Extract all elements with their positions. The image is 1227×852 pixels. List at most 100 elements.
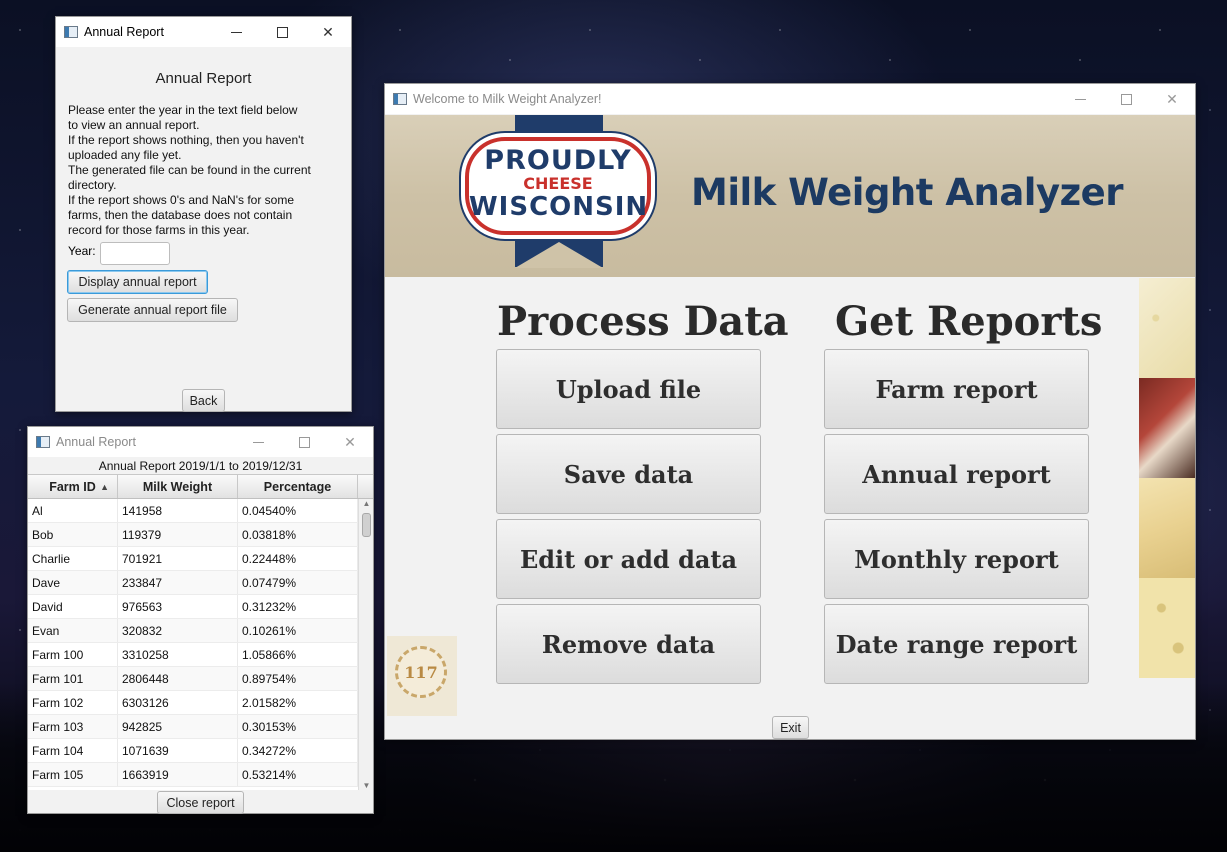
percentage-cell: 1.05866% xyxy=(238,643,358,666)
column-header-milk-weight[interactable]: Milk Weight xyxy=(118,475,238,498)
exit-button[interactable]: Exit xyxy=(772,716,809,739)
farm-report-button[interactable]: Farm report xyxy=(824,349,1089,429)
date-range-report-button[interactable]: Date range report xyxy=(824,604,1089,684)
year-input[interactable] xyxy=(100,242,170,265)
title-bar[interactable]: Welcome to Milk Weight Analyzer! ✕ xyxy=(385,84,1195,114)
percentage-cell: 0.22448% xyxy=(238,547,358,570)
table-row[interactable]: Dave 233847 0.07479% xyxy=(28,571,373,595)
percentage-cell: 0.04540% xyxy=(238,499,358,522)
milk-weight-cell: 1663919 xyxy=(118,763,238,786)
farm-id-cell: Farm 101 xyxy=(28,667,118,690)
sort-ascending-icon: ▲ xyxy=(100,481,109,492)
holey-cheese-image xyxy=(1139,578,1195,678)
table-row[interactable]: Farm 105 1663919 0.53214% xyxy=(28,763,373,787)
year-label: Year: xyxy=(68,244,96,258)
logo-line-1: PROUDLY xyxy=(484,145,632,176)
close-button[interactable]: ✕ xyxy=(1149,84,1195,114)
percentage-cell: 2.01582% xyxy=(238,691,358,714)
java-app-icon xyxy=(393,93,407,105)
scroll-up-icon[interactable]: ▲ xyxy=(359,499,373,508)
edit-or-add-data-button[interactable]: Edit or add data xyxy=(496,519,761,599)
maximize-button[interactable] xyxy=(281,427,327,457)
column-header-label: Percentage xyxy=(263,479,332,494)
table-body: Al 141958 0.04540% Bob 119379 0.03818% Charlie… xyxy=(28,499,373,787)
column-header-label: Milk Weight xyxy=(142,479,213,494)
generate-annual-report-file-button[interactable]: Generate annual report file xyxy=(67,298,238,322)
swiss-cheese-image xyxy=(1139,278,1195,378)
monthly-report-button[interactable]: Monthly report xyxy=(824,519,1089,599)
milk-weight-cell: 1071639 xyxy=(118,739,238,762)
process-data-heading: Process Data xyxy=(497,298,789,345)
minimize-button[interactable] xyxy=(235,427,281,457)
title-bar[interactable]: Annual Report ✕ xyxy=(56,17,351,47)
save-data-button[interactable]: Save data xyxy=(496,434,761,514)
percentage-cell: 0.53214% xyxy=(238,763,358,786)
milk-weight-cell: 2806448 xyxy=(118,667,238,690)
back-button[interactable]: Back xyxy=(182,389,225,412)
farm-id-cell: Dave xyxy=(28,571,118,594)
logo-line-2: CHEESE xyxy=(523,174,593,193)
milk-weight-cell: 6303126 xyxy=(118,691,238,714)
remove-data-button[interactable]: Remove data xyxy=(496,604,761,684)
title-bar[interactable]: Annual Report ✕ xyxy=(28,427,373,457)
table-row[interactable]: Al 141958 0.04540% xyxy=(28,499,373,523)
farm-id-cell: Bob xyxy=(28,523,118,546)
table-row[interactable]: Farm 103 942825 0.30153% xyxy=(28,715,373,739)
milk-weight-cell: 141958 xyxy=(118,499,238,522)
close-report-button[interactable]: Close report xyxy=(157,791,244,814)
page-title: Annual Report xyxy=(155,70,252,87)
milk-weight-cell: 3310258 xyxy=(118,643,238,666)
column-header-farm-id[interactable]: Farm ID ▲ xyxy=(28,475,118,498)
annual-report-input-window: Annual Report ✕ Annual Report Please ent… xyxy=(55,16,352,412)
farm-id-cell: Farm 100 xyxy=(28,643,118,666)
upload-file-button[interactable]: Upload file xyxy=(496,349,761,429)
table-row[interactable]: Farm 102 6303126 2.01582% xyxy=(28,691,373,715)
maximize-button[interactable] xyxy=(259,17,305,47)
close-button[interactable]: ✕ xyxy=(305,17,351,47)
farm-id-cell: Charlie xyxy=(28,547,118,570)
main-window: Welcome to Milk Weight Analyzer! ✕ PROUD… xyxy=(384,83,1196,740)
farm-id-cell: Farm 103 xyxy=(28,715,118,738)
farm-id-cell: Al xyxy=(28,499,118,522)
cured-meat-image xyxy=(1139,378,1195,478)
farm-id-cell: David xyxy=(28,595,118,618)
award-seal-badge: 117 xyxy=(395,646,447,698)
java-app-icon xyxy=(36,436,50,448)
close-button[interactable]: ✕ xyxy=(327,427,373,457)
get-reports-heading: Get Reports xyxy=(835,298,1103,345)
percentage-cell: 0.89754% xyxy=(238,667,358,690)
maximize-icon xyxy=(298,436,310,448)
table-row[interactable]: Bob 119379 0.03818% xyxy=(28,523,373,547)
table-row[interactable]: Farm 100 3310258 1.05866% xyxy=(28,643,373,667)
column-header-percentage[interactable]: Percentage xyxy=(238,475,358,498)
table-row[interactable]: David 976563 0.31232% xyxy=(28,595,373,619)
minimize-button[interactable] xyxy=(1057,84,1103,114)
milk-weight-cell: 942825 xyxy=(118,715,238,738)
java-app-icon xyxy=(64,26,78,38)
maximize-icon xyxy=(276,26,288,38)
minimize-icon xyxy=(252,441,264,443)
minimize-button[interactable] xyxy=(213,17,259,47)
display-annual-report-button[interactable]: Display annual report xyxy=(67,270,208,294)
table-row[interactable]: Farm 101 2806448 0.89754% xyxy=(28,667,373,691)
minimize-icon xyxy=(230,31,242,33)
scroll-down-icon[interactable]: ▼ xyxy=(359,781,373,790)
report-title: Annual Report 2019/1/1 to 2019/12/31 xyxy=(98,459,303,473)
maximize-button[interactable] xyxy=(1103,84,1149,114)
farm-id-cell: Farm 102 xyxy=(28,691,118,714)
close-icon: ✕ xyxy=(322,23,334,40)
close-icon: ✕ xyxy=(1166,90,1178,107)
percentage-cell: 0.30153% xyxy=(238,715,358,738)
app-name: Milk Weight Analyzer xyxy=(691,171,1123,214)
annual-report-button[interactable]: Annual report xyxy=(824,434,1089,514)
percentage-cell: 0.34272% xyxy=(238,739,358,762)
close-icon: ✕ xyxy=(344,433,356,450)
vertical-scrollbar[interactable]: ▲ ▼ xyxy=(358,499,373,790)
table-header: Farm ID ▲ Milk Weight Percentage xyxy=(28,475,373,499)
scrollbar-thumb[interactable] xyxy=(362,513,371,537)
table-row[interactable]: Charlie 701921 0.22448% xyxy=(28,547,373,571)
table-row[interactable]: Farm 104 1071639 0.34272% xyxy=(28,739,373,763)
farm-id-cell: Farm 104 xyxy=(28,739,118,762)
table-row[interactable]: Evan 320832 0.10261% xyxy=(28,619,373,643)
milk-weight-cell: 233847 xyxy=(118,571,238,594)
